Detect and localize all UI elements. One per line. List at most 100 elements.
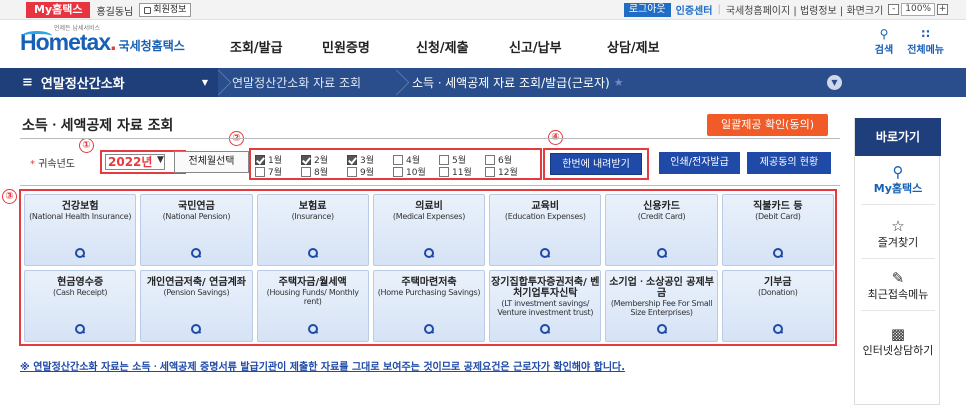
quick-favorites[interactable]: ☆ 즐겨찾기 <box>855 218 941 250</box>
breadcrumb-level2[interactable]: 소득ㆍ세액공제 자료 조회/발급(근로자) ★ <box>412 68 624 97</box>
checkbox-icon <box>255 166 265 177</box>
consent-button[interactable]: 일괄제공 확인(동의) <box>707 114 828 136</box>
search-icon <box>540 248 551 258</box>
print-issue-button[interactable]: 인쇄/전자발급 <box>659 152 740 174</box>
page-title: 소득ㆍ세액공제 자료 조회 <box>22 118 174 134</box>
category-pension-savings[interactable]: 개인연금저축/ 연금계좌 (Pension Savings) <box>140 270 253 342</box>
select-all-months-button[interactable]: 전체월선택 <box>174 151 249 173</box>
search-icon <box>540 324 551 334</box>
gnb-certificate[interactable]: 민원증명 <box>322 37 416 56</box>
zoom-out-button[interactable]: - <box>888 4 900 15</box>
month-checkbox-12[interactable]: 12월 <box>485 165 518 178</box>
quick-recent[interactable]: ✎ 최근접속메뉴 <box>855 270 941 302</box>
category-debit-card[interactable]: 직불카드 등 (Debit Card) <box>721 194 834 266</box>
logo-dot: . <box>110 29 116 55</box>
zoom-in-button[interactable]: + <box>937 4 948 15</box>
gnb-application[interactable]: 신청/제출 <box>416 37 509 56</box>
search-icon <box>307 324 318 334</box>
all-menu-button[interactable]: ∷ 전체메뉴 <box>907 27 944 56</box>
category-housing-funds[interactable]: 주택자금/월세액 (Housing Funds/ Monthly rent) <box>256 270 369 342</box>
category-insurance[interactable]: 보험료 (Insurance) <box>256 194 369 266</box>
quick-menu: 바로가기 ⚲ My홈택스 ☆ 즐겨찾기 ✎ 최근접속메뉴 ▩ 인터넷상담하기 <box>854 118 941 405</box>
search-icon <box>772 248 783 258</box>
breadcrumb-separator <box>396 68 410 97</box>
utility-right: 로그아웃 인증센터 | 국세청홈페이지 | 법령정보 | 화면크기 - 100%… <box>623 2 948 17</box>
breadcrumb-level1[interactable]: 연말정산간소화 자료 조회 <box>232 68 361 97</box>
recent-search-icon: ✎ <box>891 269 905 287</box>
member-info-label: 회원정보 <box>153 5 187 15</box>
quick-myhome[interactable]: ⚲ My홈택스 <box>855 164 941 196</box>
category-education[interactable]: 교육비 (Education Expenses) <box>489 194 602 266</box>
search-icon <box>772 324 783 334</box>
month-checkbox-9[interactable]: 9월 <box>347 165 374 178</box>
zoom-control: - 100% + <box>888 3 948 16</box>
chevron-down-icon[interactable]: ▼ <box>827 75 842 90</box>
header: 언제든 납세서비스 Hometax . 국세청홈택스 조회/발급 민원증명 신청… <box>0 21 966 68</box>
category-lt-investment[interactable]: 장기집합투자증권저축/ 벤처기업투자신탁 (LT investment savin… <box>489 270 602 342</box>
month-checkbox-8[interactable]: 8월 <box>301 165 328 178</box>
notice-text[interactable]: ※ 연말정산간소화 자료는 소득ㆍ세액공제 증명서류 발급기관이 제출한 자료를… <box>20 358 625 373</box>
person-icon <box>144 6 152 14</box>
search-label: 검색 <box>874 45 894 56</box>
utility-left: My홈택스 홍길동님 회원정보 <box>26 2 192 18</box>
search-button[interactable]: ⚲ 검색 <box>875 27 893 56</box>
breadcrumb-home-label: 연말정산간소화 <box>40 77 125 92</box>
month-checkbox-7[interactable]: 7월 <box>255 165 282 178</box>
checkbox-icon <box>439 154 449 165</box>
checkbox-icon <box>393 154 403 165</box>
checkbox-icon <box>347 166 357 177</box>
member-info-button[interactable]: 회원정보 <box>139 3 192 17</box>
category-small-business[interactable]: 소기업ㆍ소상공인 공제부금 (Membership Fee For Small S… <box>605 270 718 342</box>
consent-status-button[interactable]: 제공동의 현황 <box>747 152 831 174</box>
checkbox-icon <box>255 154 265 165</box>
quick-counsel[interactable]: ▩ 인터넷상담하기 <box>855 326 941 358</box>
month-checkboxes: 1월 2월 3월 4월 5월 6월 7월 8월 9월 10월 11월 12월 <box>249 148 542 180</box>
category-health-insurance[interactable]: 건강보험 (National Health Insurance) <box>24 194 137 266</box>
favorite-star-icon[interactable]: ★ <box>614 76 624 89</box>
checkbox-icon <box>485 166 495 177</box>
gnb-counsel[interactable]: 상담/제보 <box>607 37 697 56</box>
divider <box>861 310 935 311</box>
logout-button[interactable]: 로그아웃 <box>623 2 671 17</box>
search-icon <box>423 248 434 258</box>
logo[interactable]: 언제든 납세서비스 Hometax . 국세청홈택스 <box>20 25 185 56</box>
gnb-filing[interactable]: 신고/납부 <box>509 37 607 56</box>
download-highlight: 한번에 내려받기 <box>543 148 649 180</box>
category-credit-card[interactable]: 신용카드 (Credit Card) <box>605 194 718 266</box>
logo-swoosh-icon <box>22 31 52 41</box>
search-icon <box>75 248 86 258</box>
month-checkbox-11[interactable]: 11월 <box>439 165 472 178</box>
utility-links[interactable]: 국세청홈페이지 | 법령정보 | 화면크기 <box>726 2 883 17</box>
search-icon <box>656 248 667 258</box>
gnb-inquiry[interactable]: 조회/발급 <box>230 37 322 56</box>
search-icon <box>656 324 667 334</box>
search-icon <box>423 324 434 334</box>
month-checkbox-10[interactable]: 10월 <box>393 165 426 178</box>
download-all-button[interactable]: 한번에 내려받기 <box>550 153 642 175</box>
cert-center-link[interactable]: 인증센터 <box>676 2 713 17</box>
category-national-pension[interactable]: 국민연금 (National Pension) <box>140 194 253 266</box>
category-grid: 건강보험 (National Health Insurance) 국민연금 (Nat… <box>24 194 834 342</box>
search-icon <box>191 248 202 258</box>
checkbox-icon <box>347 154 357 165</box>
search-icon <box>307 248 318 258</box>
quick-menu-title: 바로가기 <box>855 118 941 156</box>
filter-row: * 귀속년도 2022년 ▼ 전체월선택 1월 2월 3월 4월 5월 6월 7… <box>20 138 840 186</box>
category-grid-highlight: 건강보험 (National Health Insurance) 국민연금 (Nat… <box>19 189 837 346</box>
caret-down-icon: ▼ <box>201 78 208 87</box>
category-cash-receipt[interactable]: 현금영수증 (Cash Receipt) <box>24 270 137 342</box>
myhome-link[interactable]: My홈택스 <box>26 2 91 18</box>
user-icon: ⚲ <box>892 163 904 181</box>
category-home-savings[interactable]: 주택마련저축 (Home Purchasing Savings) <box>372 270 486 342</box>
checkbox-icon <box>301 166 311 177</box>
marker-3: ③ <box>2 189 17 204</box>
year-label: * 귀속년도 <box>30 159 75 170</box>
hamburger-icon: ≡ <box>22 75 33 90</box>
breadcrumb: ≡ 연말정산간소화 ▼ 연말정산간소화 자료 조회 소득ㆍ세액공제 자료 조회/… <box>0 68 966 97</box>
logo-tagline: 언제든 납세서비스 <box>54 25 101 32</box>
breadcrumb-home[interactable]: ≡ 연말정산간소화 ▼ <box>0 68 218 97</box>
category-donation[interactable]: 기부금 (Donation) <box>721 270 834 342</box>
category-medical[interactable]: 의료비 (Medical Expenses) <box>372 194 486 266</box>
user-name: 홍길동님 <box>96 6 134 18</box>
divider <box>861 258 935 259</box>
